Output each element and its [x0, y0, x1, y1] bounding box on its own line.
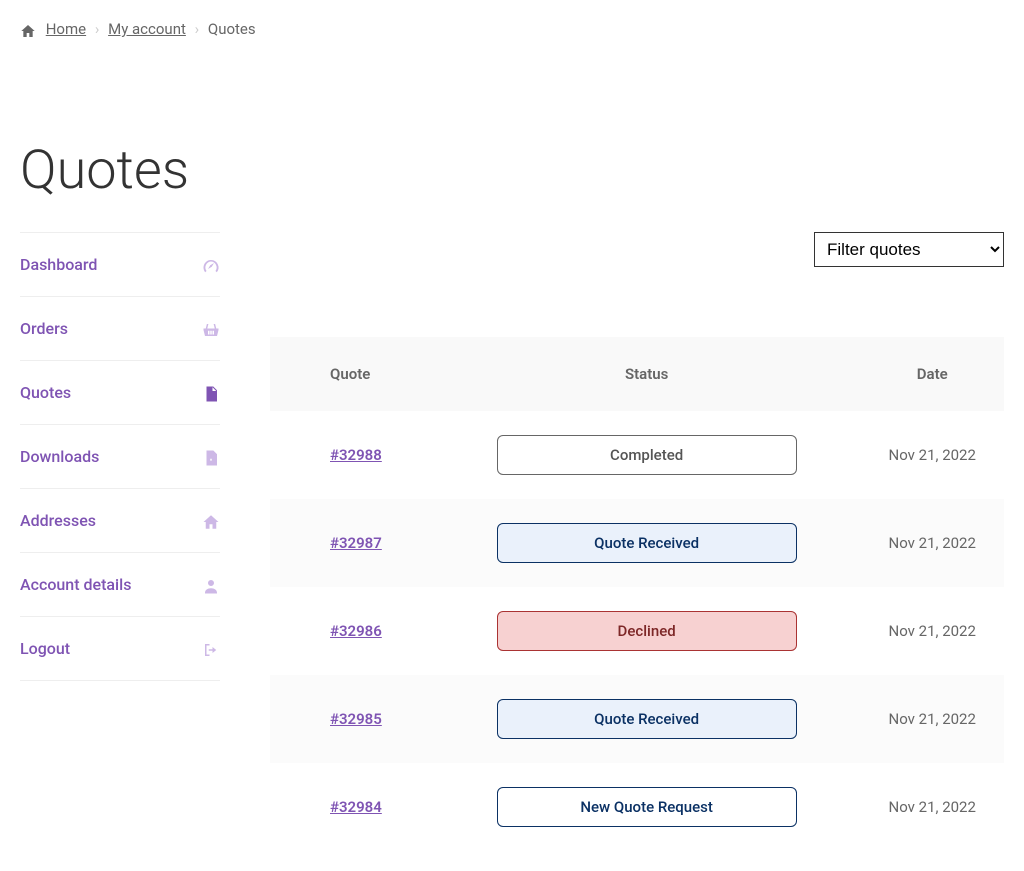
quote-date: Nov 21, 2022 — [860, 675, 1004, 763]
table-header-date: Date — [860, 337, 1004, 411]
quote-date: Nov 21, 2022 — [860, 499, 1004, 587]
quotes-table: Quote Status Date #32988 Completed Nov 21,… — [270, 337, 1004, 851]
home-icon — [202, 512, 220, 530]
sidebar-item-downloads[interactable]: Downloads — [20, 425, 220, 488]
status-badge: Declined — [497, 611, 797, 651]
dashboard-icon — [202, 256, 220, 274]
quotes-table-body: #32988 Completed Nov 21, 2022 #32987 Quote R… — [270, 411, 1004, 851]
quote-id-link[interactable]: #32985 — [330, 710, 382, 728]
table-row: #32986 Declined Nov 21, 2022 — [270, 587, 1004, 675]
sidebar-item-quotes[interactable]: Quotes — [20, 361, 220, 424]
page-title: Quotes — [20, 139, 1004, 202]
filter-row: Filter quotes — [270, 232, 1004, 267]
table-row: #32987 Quote Received Nov 21, 2022 — [270, 499, 1004, 587]
home-icon — [20, 21, 40, 39]
breadcrumb-current: Quotes — [208, 20, 256, 38]
sidebar-item-label: Account details — [20, 575, 131, 594]
logout-icon — [202, 640, 220, 658]
quote-id-link[interactable]: #32987 — [330, 534, 382, 552]
sidebar-item-dashboard[interactable]: Dashboard — [20, 233, 220, 296]
sidebar-item-label: Addresses — [20, 511, 96, 530]
table-header-status: Status — [433, 337, 861, 411]
quote-date: Nov 21, 2022 — [860, 763, 1004, 851]
status-badge: Quote Received — [497, 523, 797, 563]
sidebar-item-account-details[interactable]: Account details — [20, 553, 220, 616]
table-row: #32984 New Quote Request Nov 21, 2022 — [270, 763, 1004, 851]
sidebar-item-addresses[interactable]: Addresses — [20, 489, 220, 552]
filter-quotes-select[interactable]: Filter quotes — [814, 232, 1004, 267]
download-file-icon — [202, 448, 220, 466]
main-content: Filter quotes Quote Status Date #32988 Co… — [270, 232, 1004, 851]
breadcrumb-separator: › — [95, 20, 100, 38]
sidebar-item-label: Dashboard — [20, 255, 97, 274]
quote-date: Nov 21, 2022 — [860, 411, 1004, 499]
user-icon — [202, 576, 220, 594]
table-header-quote: Quote — [270, 337, 433, 411]
quote-date: Nov 21, 2022 — [860, 587, 1004, 675]
sidebar-item-logout[interactable]: Logout — [20, 617, 220, 680]
sidebar: Dashboard Orders Quotes Downloads — [20, 232, 220, 851]
table-row: #32985 Quote Received Nov 21, 2022 — [270, 675, 1004, 763]
breadcrumb: Home › My account › Quotes — [20, 20, 1004, 39]
sidebar-nav: Dashboard Orders Quotes Downloads — [20, 232, 220, 681]
file-icon — [202, 384, 220, 402]
breadcrumb-my-account[interactable]: My account — [108, 20, 186, 38]
sidebar-item-label: Downloads — [20, 447, 99, 466]
sidebar-item-label: Logout — [20, 639, 70, 658]
basket-icon — [202, 320, 220, 338]
status-badge: Completed — [497, 435, 797, 475]
quote-id-link[interactable]: #32984 — [330, 798, 382, 816]
quote-id-link[interactable]: #32986 — [330, 622, 382, 640]
sidebar-item-orders[interactable]: Orders — [20, 297, 220, 360]
breadcrumb-separator: › — [195, 20, 200, 38]
quote-id-link[interactable]: #32988 — [330, 446, 382, 464]
breadcrumb-home[interactable]: Home — [46, 20, 86, 38]
sidebar-item-label: Orders — [20, 319, 68, 338]
table-row: #32988 Completed Nov 21, 2022 — [270, 411, 1004, 499]
status-badge: Quote Received — [497, 699, 797, 739]
sidebar-item-label: Quotes — [20, 383, 71, 402]
status-badge: New Quote Request — [497, 787, 797, 827]
